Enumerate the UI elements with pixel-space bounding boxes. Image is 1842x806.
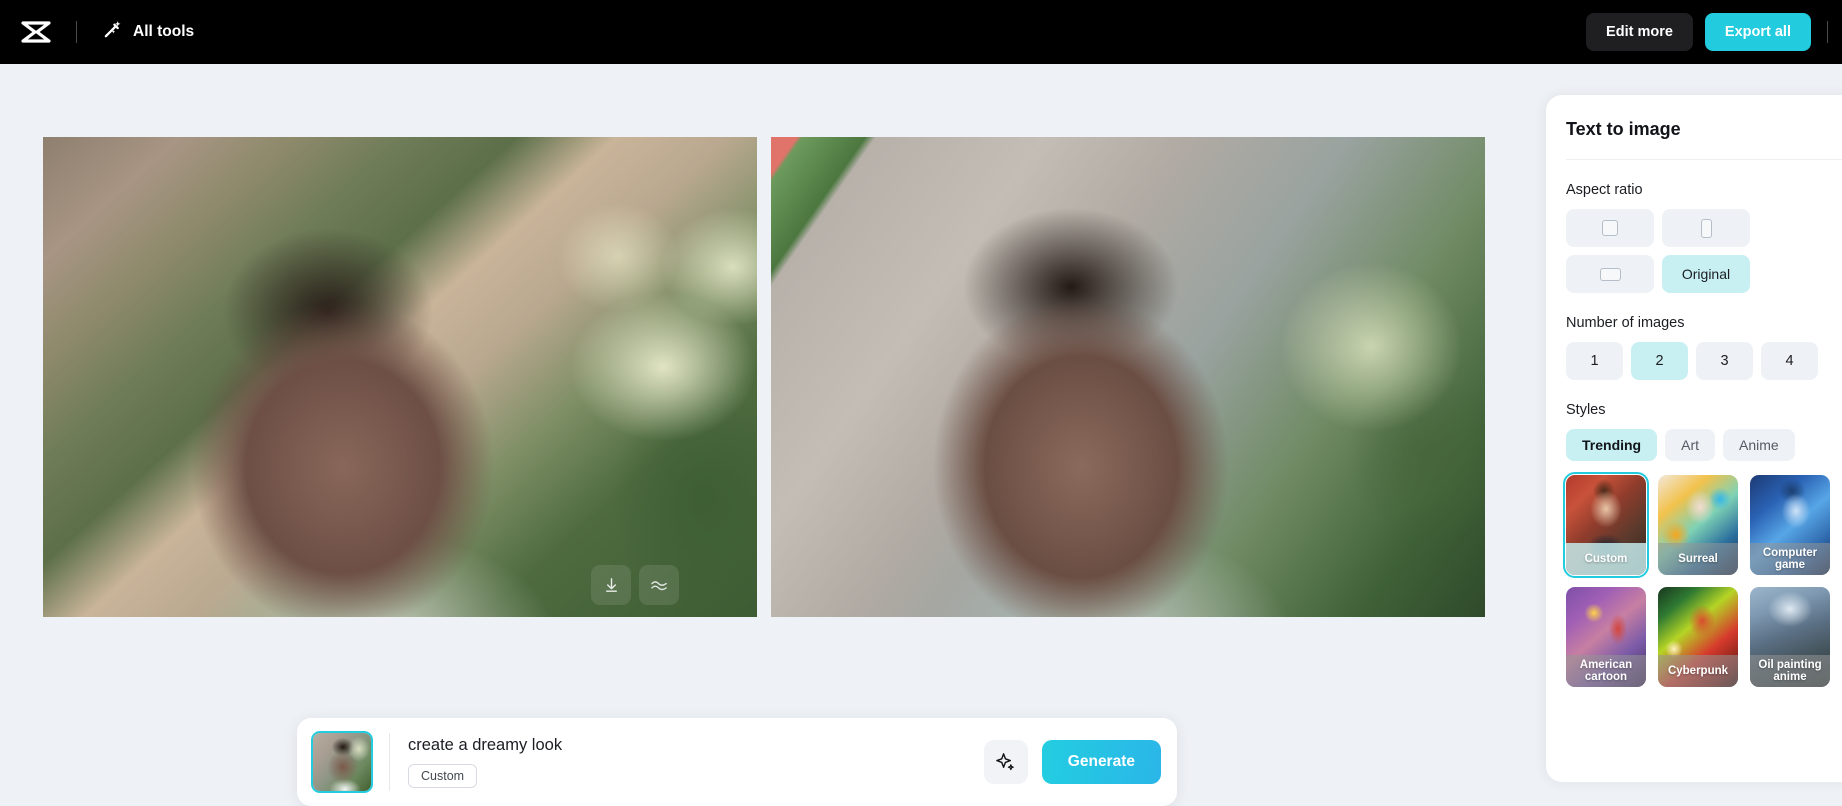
number-of-images-options: 1 2 3 4 <box>1566 342 1842 380</box>
landscape-ratio-icon <box>1599 267 1621 281</box>
tab-trending[interactable]: Trending <box>1566 429 1658 461</box>
text-to-image-panel: Text to image Aspect ratio Original Numb… <box>1546 95 1842 782</box>
generate-button[interactable]: Generate <box>1041 740 1161 784</box>
tab-anime[interactable]: Anime <box>1723 429 1795 461</box>
number-of-images-label: Number of images <box>1566 315 1685 331</box>
tab-art[interactable]: Art <box>1665 429 1716 461</box>
capcut-logo-icon[interactable] <box>4 0 68 64</box>
topbar-divider <box>76 21 77 43</box>
number-of-images-1[interactable]: 1 <box>1566 342 1623 380</box>
number-of-images-4[interactable]: 4 <box>1761 342 1818 380</box>
panel-title: Text to image <box>1566 119 1681 139</box>
style-card-surreal[interactable]: Surreal <box>1658 475 1738 575</box>
aspect-ratio-options: Original <box>1566 209 1842 293</box>
prompt-input[interactable]: create a dreamy look <box>408 736 984 755</box>
style-card-cyberpunk-label: Cyberpunk <box>1658 655 1738 687</box>
panel-body: Aspect ratio Original Number of images 1… <box>1546 182 1842 687</box>
aspect-ratio-original[interactable]: Original <box>1662 255 1750 293</box>
all-tools-label: All tools <box>133 23 195 40</box>
style-cards-grid: Custom Surreal Computer game American ca… <box>1563 472 1842 687</box>
aspect-ratio-portrait[interactable] <box>1662 209 1750 247</box>
prompt-style-tag[interactable]: Custom <box>408 764 478 788</box>
number-of-images-3[interactable]: 3 <box>1696 342 1753 380</box>
sparkle-icon[interactable] <box>983 740 1028 784</box>
style-card-surreal-label: Surreal <box>1658 543 1738 575</box>
image-1-overlay-actions <box>591 565 679 605</box>
style-card-american-cartoon[interactable]: American cartoon <box>1566 587 1646 687</box>
edit-more-button[interactable]: Edit more <box>1586 13 1693 51</box>
style-card-oil-painting-anime-label: Oil painting anime <box>1750 655 1830 687</box>
source-image-thumbnail[interactable] <box>311 731 373 793</box>
export-all-button[interactable]: Export all <box>1704 13 1811 51</box>
style-card-custom[interactable]: Custom <box>1563 472 1649 578</box>
top-bar: All tools Edit more Export all <box>0 0 1842 64</box>
prompt-bar: create a dreamy look Custom Generate <box>297 718 1177 806</box>
topbar-right-divider <box>1827 21 1828 43</box>
style-card-cyberpunk[interactable]: Cyberpunk <box>1658 587 1738 687</box>
all-tools-button[interactable]: All tools <box>103 20 194 44</box>
source-image-thumbnail-photo <box>313 733 371 791</box>
download-icon[interactable] <box>591 565 631 605</box>
generated-image-1-photo <box>43 137 757 617</box>
wave-enhance-icon[interactable] <box>639 565 679 605</box>
aspect-ratio-landscape[interactable] <box>1566 255 1654 293</box>
square-ratio-icon <box>1602 220 1618 236</box>
aspect-ratio-square[interactable] <box>1566 209 1654 247</box>
style-card-oil-painting-anime[interactable]: Oil painting anime <box>1750 587 1830 687</box>
panel-divider <box>1566 159 1842 160</box>
aspect-ratio-label: Aspect ratio <box>1566 182 1643 198</box>
style-card-computer-game-label: Computer game <box>1750 543 1830 575</box>
style-tabs: Trending Art Anime <box>1566 429 1842 461</box>
portrait-ratio-icon <box>1700 218 1712 238</box>
styles-label: Styles <box>1566 402 1606 418</box>
generated-image-2[interactable] <box>771 137 1485 617</box>
number-of-images-2[interactable]: 2 <box>1631 342 1688 380</box>
prompt-text-column: create a dreamy look Custom <box>408 736 984 788</box>
canvas-area: create a dreamy look Custom Generate <box>0 64 1546 806</box>
prompt-divider <box>389 733 390 791</box>
magic-wand-icon <box>103 20 122 44</box>
style-card-computer-game[interactable]: Computer game <box>1750 475 1830 575</box>
style-card-american-cartoon-label: American cartoon <box>1566 655 1646 687</box>
style-card-custom-label: Custom <box>1566 543 1646 575</box>
generated-image-1[interactable] <box>43 137 757 617</box>
generated-image-2-photo <box>771 137 1485 617</box>
